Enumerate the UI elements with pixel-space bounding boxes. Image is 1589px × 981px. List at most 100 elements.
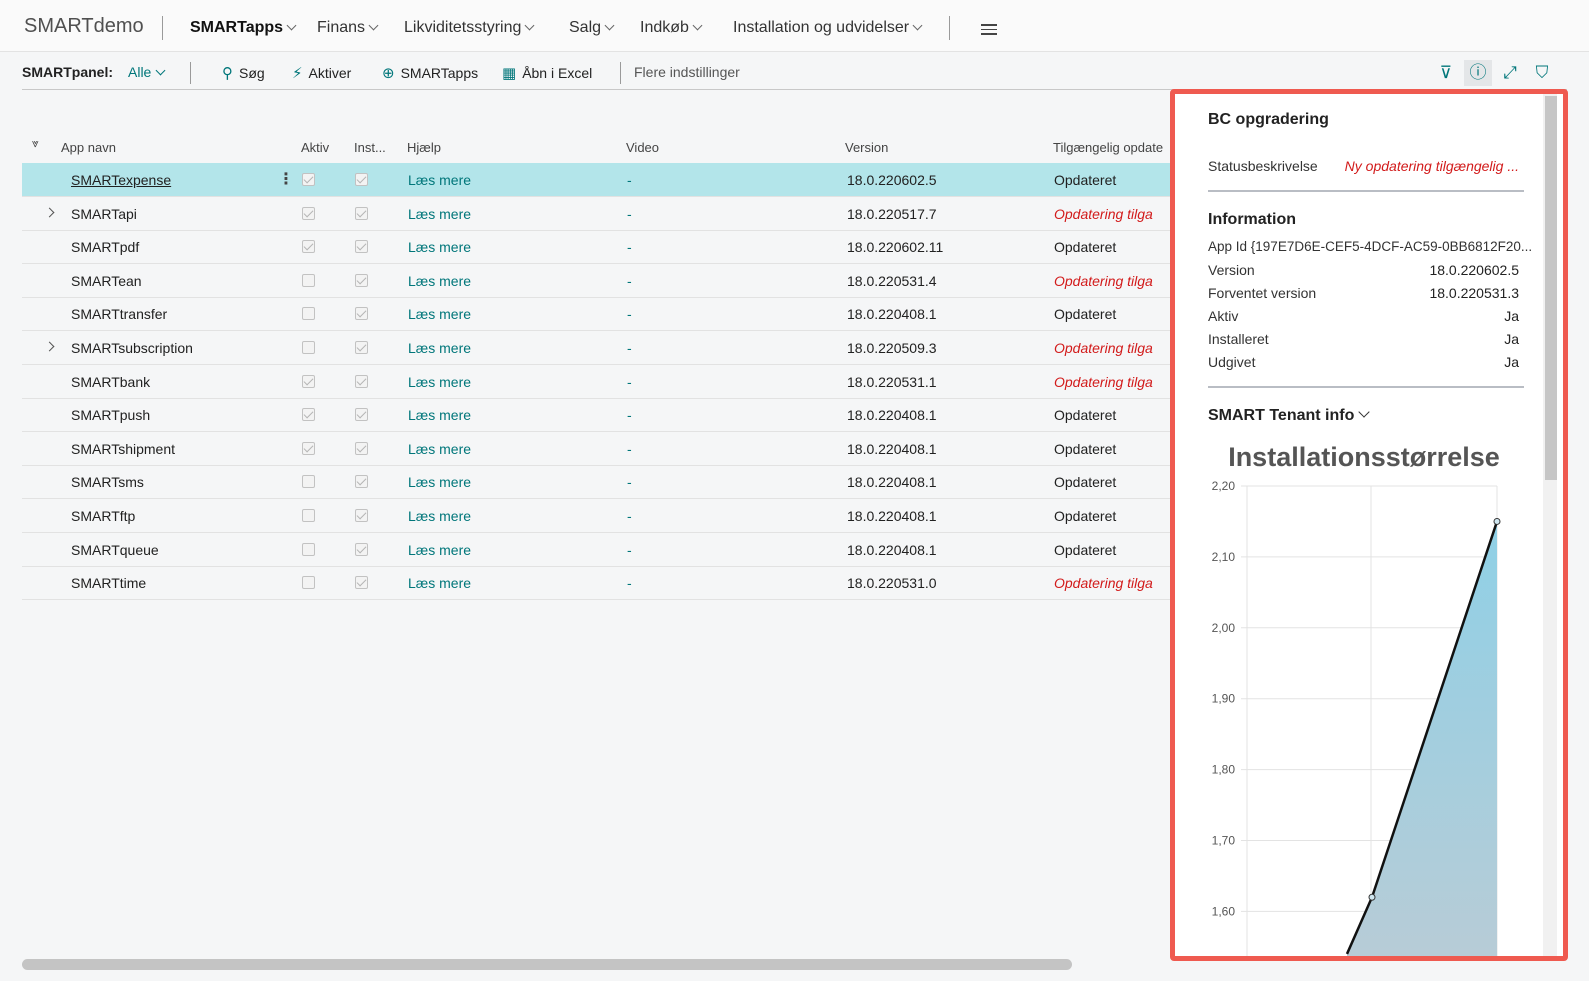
app-name[interactable]: SMARTqueue (71, 542, 159, 558)
status-description-value[interactable]: Ny opdatering tilgængelig ... (1345, 158, 1519, 174)
nav-item-salg[interactable]: Salg (569, 19, 615, 37)
tenant-info-toggle[interactable]: SMART Tenant info (1208, 406, 1371, 425)
data-point[interactable] (1493, 517, 1501, 525)
active-checkbox[interactable] (302, 273, 315, 287)
bookmark-icon[interactable]: ⛉ (1528, 60, 1556, 86)
update-status[interactable]: Opdatering tilga (1054, 575, 1153, 591)
video-link[interactable]: - (627, 239, 632, 255)
table-row[interactable]: SMARTsms Læs mere - 18.0.220408.1 Opdateret (22, 465, 1172, 500)
table-row[interactable]: SMARTqueue Læs mere - 18.0.220408.1 Opdatere… (22, 533, 1172, 567)
app-name[interactable]: SMARTpush (71, 407, 150, 423)
column-header-available-update[interactable]: Tilgængelig opdate (1053, 140, 1173, 155)
help-link[interactable]: Læs mere (408, 172, 471, 188)
table-row[interactable]: SMARTshipment Læs mere - 18.0.220408.1 Opdat… (22, 432, 1172, 466)
help-link[interactable]: Læs mere (408, 575, 471, 591)
update-status[interactable]: Opdatering tilga (1054, 206, 1153, 222)
video-link[interactable]: - (627, 542, 632, 558)
installed-checkbox[interactable] (355, 542, 368, 556)
nav-item-installation[interactable]: Installation og udvidelser (733, 19, 923, 37)
app-name[interactable]: SMARTtime (71, 575, 146, 591)
help-link[interactable]: Læs mere (408, 508, 471, 524)
app-name[interactable]: SMARTexpense (71, 172, 171, 188)
active-checkbox[interactable] (302, 374, 315, 388)
help-link[interactable]: Læs mere (408, 374, 471, 390)
help-link[interactable]: Læs mere (408, 407, 471, 423)
help-link[interactable]: Læs mere (408, 306, 471, 322)
smartpanel-filter-dropdown[interactable]: Alle (128, 64, 166, 80)
table-row[interactable]: SMARTtransfer Læs mere - 18.0.220408.1 Opdat… (22, 297, 1172, 332)
app-name[interactable]: SMARTftp (71, 508, 135, 524)
info-icon[interactable]: ⓘ (1464, 60, 1492, 86)
expand-icon[interactable]: ⤢ (1496, 60, 1524, 86)
panel-scrollbar-thumb[interactable] (1545, 96, 1557, 480)
installed-checkbox[interactable] (355, 509, 368, 522)
table-row[interactable]: SMARTean Læs mere - 18.0.220531.4 Opdatering… (22, 264, 1172, 298)
app-name[interactable]: SMARTpdf (71, 239, 139, 255)
table-row[interactable]: SMARTpush Læs mere - 18.0.220408.1 Opdateret (22, 398, 1172, 433)
active-checkbox[interactable] (302, 408, 315, 422)
app-name[interactable]: SMARTshipment (71, 441, 175, 457)
table-row[interactable]: SMARTbank Læs mere - 18.0.220531.1 Opdaterin… (22, 365, 1172, 399)
video-link[interactable]: - (627, 441, 632, 457)
video-link[interactable]: - (627, 340, 632, 356)
column-header-video[interactable]: Video (626, 140, 659, 155)
column-header-name[interactable]: App navn (61, 140, 116, 155)
more-options-button[interactable]: Flere indstillinger (634, 64, 740, 80)
help-link[interactable]: Læs mere (408, 273, 471, 289)
app-name[interactable]: SMARTbank (71, 374, 150, 390)
video-link[interactable]: - (627, 508, 632, 524)
video-link[interactable]: - (627, 172, 632, 188)
table-row[interactable]: SMARTexpense ⋮ Læs mere - 18.0.220602.5 Opdat… (22, 163, 1172, 197)
active-checkbox[interactable] (302, 509, 315, 522)
installed-checkbox[interactable] (355, 173, 368, 186)
active-checkbox[interactable] (302, 441, 315, 455)
video-link[interactable]: - (627, 474, 632, 490)
update-status[interactable]: Opdatering tilga (1054, 374, 1153, 390)
help-link[interactable]: Læs mere (408, 441, 471, 457)
installed-checkbox[interactable] (355, 576, 368, 590)
hamburger-menu-icon[interactable] (981, 24, 997, 38)
help-link[interactable]: Læs mere (408, 206, 471, 222)
nav-item-likviditetsstyring[interactable]: Likviditetsstyring (404, 19, 535, 37)
data-point[interactable] (1368, 893, 1376, 901)
help-link[interactable]: Læs mere (408, 474, 471, 490)
app-name[interactable]: SMARTean (71, 273, 142, 289)
open-in-excel-button[interactable]: ▦ Åbn i Excel (502, 64, 592, 82)
active-checkbox[interactable] (302, 240, 315, 254)
filter-icon[interactable]: ⊽ (1432, 60, 1460, 86)
installed-checkbox[interactable] (355, 307, 368, 321)
active-checkbox[interactable] (302, 542, 315, 556)
installed-checkbox[interactable] (355, 475, 368, 489)
app-name[interactable]: SMARTsubscription (71, 340, 193, 356)
help-link[interactable]: Læs mere (408, 340, 471, 356)
video-link[interactable]: - (627, 575, 632, 591)
installed-checkbox[interactable] (355, 408, 368, 422)
active-checkbox[interactable] (302, 173, 315, 186)
nav-item-smartapps[interactable]: SMARTapps (190, 19, 297, 37)
active-checkbox[interactable] (302, 206, 315, 220)
installed-checkbox[interactable] (355, 341, 368, 354)
active-checkbox[interactable] (302, 341, 315, 354)
video-link[interactable]: - (627, 407, 632, 423)
row-actions-icon[interactable]: ⋮ (278, 169, 294, 189)
table-row[interactable]: SMARTpdf Læs mere - 18.0.220602.11 Opdateret (22, 230, 1172, 265)
video-link[interactable]: - (627, 273, 632, 289)
installed-checkbox[interactable] (355, 273, 368, 287)
column-header-help[interactable]: Hjælp (407, 140, 441, 155)
video-link[interactable]: - (627, 206, 632, 222)
activate-button[interactable]: ⚡ Aktiver (292, 64, 351, 82)
installed-checkbox[interactable] (355, 206, 368, 220)
chevron-right-icon[interactable] (44, 207, 55, 218)
update-status[interactable]: Opdatering tilga (1054, 340, 1153, 356)
search-button[interactable]: ⚲ Søg (222, 64, 265, 82)
nav-item-indkob[interactable]: Indkøb (640, 19, 703, 37)
app-name[interactable]: SMARTsms (71, 474, 144, 490)
smartapps-button[interactable]: ⊕ SMARTapps (382, 64, 478, 82)
installed-checkbox[interactable] (355, 240, 368, 254)
table-row[interactable]: SMARTftp Læs mere - 18.0.220408.1 Opdateret (22, 499, 1172, 533)
app-name[interactable]: SMARTapi (71, 206, 137, 222)
app-name[interactable]: SMARTtransfer (71, 306, 167, 322)
active-checkbox[interactable] (302, 576, 315, 590)
horizontal-scrollbar[interactable] (22, 959, 1072, 970)
installed-checkbox[interactable] (355, 441, 368, 455)
